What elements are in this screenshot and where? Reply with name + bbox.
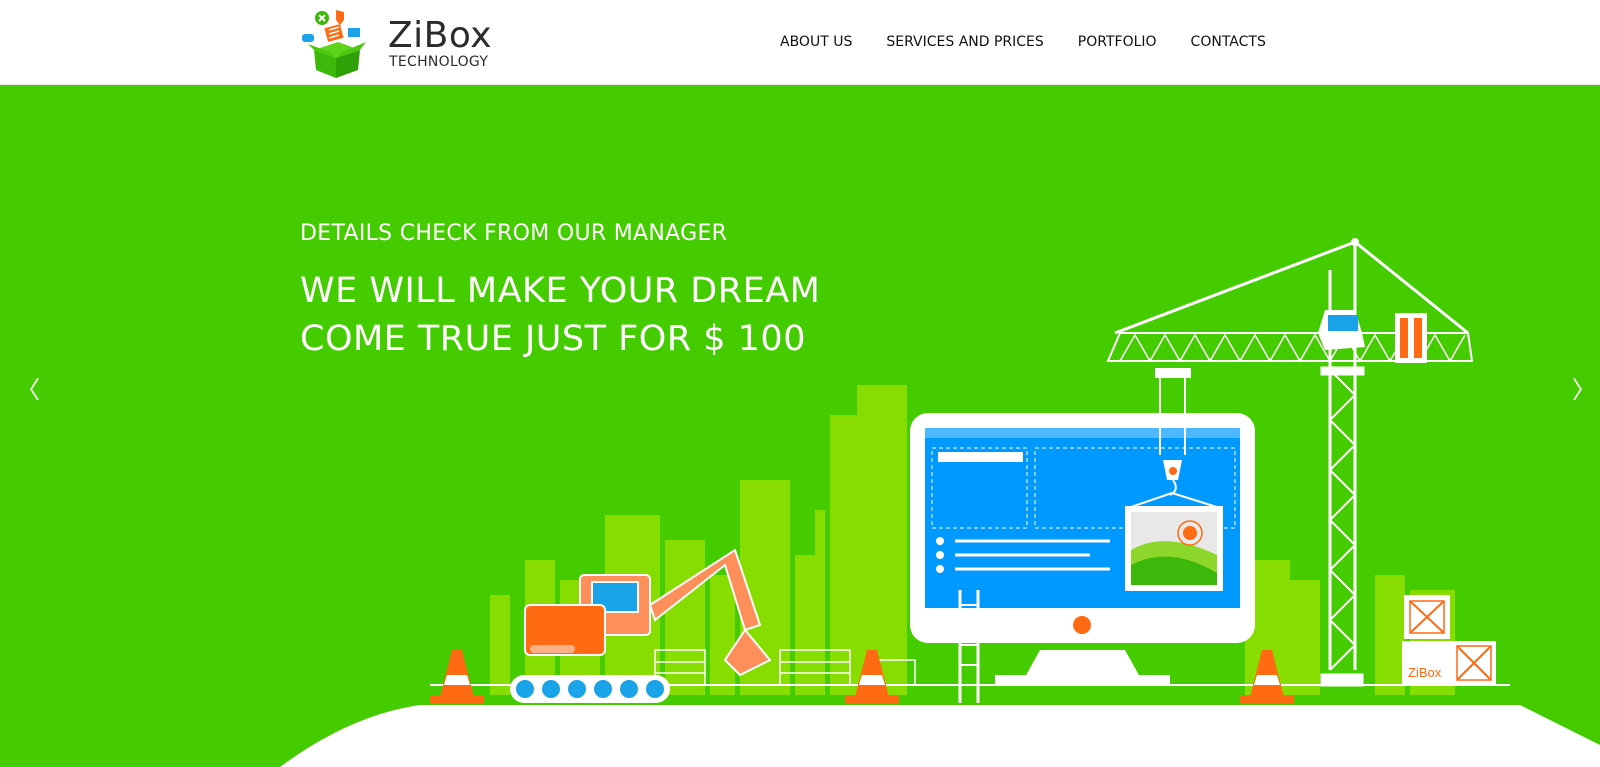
crate-label: ZiBox: [1408, 665, 1442, 680]
hero-headline-line1: WE WILL MAKE YOUR DREAM: [300, 271, 821, 311]
brand-tagline: TECHNOLOGY: [389, 54, 489, 70]
site-header: ZiBox TECHNOLOGY ABOUT US SERVICES AND P…: [0, 0, 1600, 85]
nav-item-contacts[interactable]: CONTACTS: [1191, 32, 1266, 52]
nav-item-about-us[interactable]: ABOUT US: [780, 32, 852, 52]
hero-illustration: ZiBox: [280, 238, 1600, 767]
hero-headline: WE WILL MAKE YOUR DREAM COME TRUE JUST F…: [300, 267, 920, 363]
zibox-logo-icon: [302, 10, 366, 78]
hero-slider: ZiBox DETAILS CHECK FROM OUR MANAGER WE …: [0, 85, 1600, 767]
slider-prev-arrow[interactable]: 〈: [16, 375, 40, 405]
logo[interactable]: ZiBox TECHNOLOGY: [300, 6, 500, 80]
brand-name: ZiBox: [388, 15, 493, 56]
slider-next-arrow[interactable]: 〉: [1572, 375, 1596, 405]
nav-item-portfolio[interactable]: PORTFOLIO: [1078, 32, 1157, 52]
hero-headline-line2: COME TRUE JUST FOR $ 100: [300, 319, 806, 359]
main-nav: ABOUT US SERVICES AND PRICES PORTFOLIO C…: [780, 32, 1300, 52]
nav-item-services-and-prices[interactable]: SERVICES AND PRICES: [886, 32, 1043, 52]
hero-subtitle: DETAILS CHECK FROM OUR MANAGER: [300, 221, 728, 246]
